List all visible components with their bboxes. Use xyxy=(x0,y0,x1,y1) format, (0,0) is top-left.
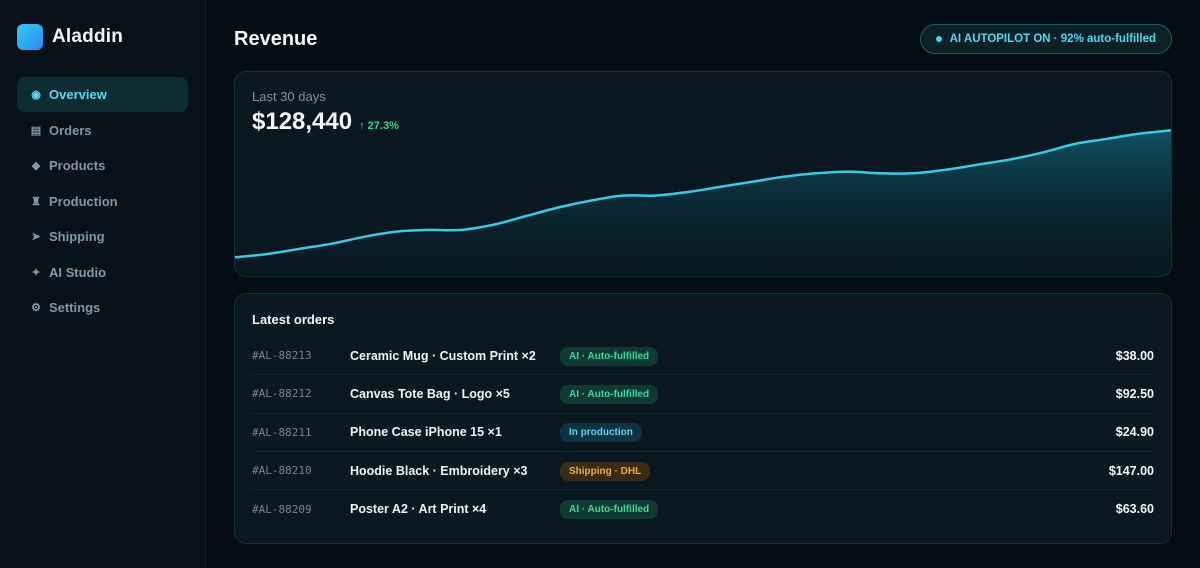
sidebar-item-overview[interactable]: ◉ Overview xyxy=(17,77,188,112)
order-amount: $63.60 xyxy=(1115,502,1154,517)
page-title: Revenue xyxy=(234,27,318,50)
shipping-icon: ➤ xyxy=(31,231,41,243)
order-status-cell: In production xyxy=(560,422,1054,443)
order-status-cell: AI · Auto-fulfilled xyxy=(560,346,1054,366)
order-id: #AL-88213 xyxy=(252,349,312,363)
order-amount: $38.00 xyxy=(1115,348,1154,363)
sidebar-item-shipping[interactable]: ➤ Shipping xyxy=(17,219,188,254)
order-amount: $147.00 xyxy=(1108,463,1154,478)
sidebar-item-ai-studio[interactable]: ✦ AI Studio xyxy=(17,255,188,290)
revenue-row: $128,440 ↑ 27.3% xyxy=(252,108,399,136)
sparkle-icon: ✦ xyxy=(31,266,41,279)
order-id: #AL-88212 xyxy=(252,387,312,401)
sidebar-item-label: Orders xyxy=(49,122,92,138)
production-icon: ♜ xyxy=(31,195,41,208)
sidebar: Aladdin ◉ Overview ▤ Orders ◆ Products ♜ Produc… xyxy=(0,0,206,568)
overview-icon: ◉ xyxy=(31,89,41,101)
revenue-period: Last 30 days xyxy=(252,89,326,104)
autopilot-status-pill[interactable]: AI AUTOPILOT ON · 92% auto-fulfilled xyxy=(919,24,1172,54)
order-id: #AL-88210 xyxy=(252,464,312,478)
brand-name: Aladdin xyxy=(52,26,124,47)
orders-icon: ▤ xyxy=(30,124,42,137)
latest-orders-card: Latest orders #AL-88213 Ceramic Mug · Cus… xyxy=(234,293,1172,544)
sidebar-item-production[interactable]: ♜ Production xyxy=(17,184,188,219)
table-row[interactable]: #AL-88210 Hoodie Black · Embroidery ×3 Shi… xyxy=(252,452,1154,491)
order-product: Poster A2 · Art Print ×4 xyxy=(350,502,487,517)
order-amount: $24.90 xyxy=(1115,425,1154,440)
order-product: Ceramic Mug · Custom Print ×2 xyxy=(350,348,536,363)
sidebar-nav: ◉ Overview ▤ Orders ◆ Products ♜ Production ➤ Shi… xyxy=(17,77,188,325)
status-badge: In production xyxy=(560,423,642,443)
table-row[interactable]: #AL-88213 Ceramic Mug · Custom Print ×2 AI… xyxy=(252,337,1154,376)
order-id: #AL-88211 xyxy=(252,425,312,439)
sidebar-item-settings[interactable]: ⚙ Settings xyxy=(17,290,188,325)
order-status-cell: Shipping · DHL xyxy=(560,461,1054,481)
main-content: Revenue AI AUTOPILOT ON · 92% auto-fulfi… xyxy=(206,0,1200,568)
products-icon: ◆ xyxy=(31,160,41,172)
sidebar-item-products[interactable]: ◆ Products xyxy=(17,148,188,183)
table-row[interactable]: #AL-88211 Phone Case iPhone 15 ×1 In produ… xyxy=(252,414,1154,452)
status-badge: AI · Auto-fulfilled xyxy=(560,500,659,520)
status-badge: AI · Auto-fulfilled xyxy=(560,384,659,404)
revenue-amount: $128,440 xyxy=(252,108,353,135)
sidebar-item-label: Settings xyxy=(49,300,101,315)
app-root: Aladdin ◉ Overview ▤ Orders ◆ Products ♜ Produc… xyxy=(0,0,1200,568)
orders-title: Latest orders xyxy=(252,312,335,327)
brand[interactable]: Aladdin xyxy=(17,24,188,50)
status-dot-icon xyxy=(935,36,942,42)
orders-list: #AL-88213 Ceramic Mug · Custom Print ×2 AI… xyxy=(252,337,1154,528)
sidebar-item-label: Overview xyxy=(49,87,107,102)
order-product: Phone Case iPhone 15 ×1 xyxy=(350,425,502,440)
revenue-summary: Last 30 days $128,440 ↑ 27.3% xyxy=(252,89,399,136)
autopilot-label: AI AUTOPILOT ON · 92% auto-fulfilled xyxy=(949,33,1156,45)
sidebar-item-label: Shipping xyxy=(49,229,105,244)
topbar: Revenue AI AUTOPILOT ON · 92% auto-fulfi… xyxy=(234,24,1172,54)
order-product: Canvas Tote Bag · Logo ×5 xyxy=(350,386,510,401)
order-status-cell: AI · Auto-fulfilled xyxy=(560,384,1054,404)
chart-area-fill xyxy=(235,130,1171,276)
order-amount: $92.50 xyxy=(1115,386,1154,401)
order-id: #AL-88209 xyxy=(252,502,312,516)
revenue-card: Last 30 days $128,440 ↑ 27.3% xyxy=(234,71,1172,277)
gear-icon: ⚙ xyxy=(31,302,41,314)
table-row[interactable]: #AL-88212 Canvas Tote Bag · Logo ×5 AI · A… xyxy=(252,375,1154,414)
logo-icon xyxy=(17,24,43,50)
sidebar-item-label: AI Studio xyxy=(49,264,107,280)
sidebar-item-orders[interactable]: ▤ Orders xyxy=(17,113,188,148)
sidebar-item-label: Products xyxy=(49,158,106,173)
order-status-cell: AI · Auto-fulfilled xyxy=(560,499,1054,520)
status-badge: AI · Auto-fulfilled xyxy=(560,346,659,366)
table-row[interactable]: #AL-88209 Poster A2 · Art Print ×4 AI · Au… xyxy=(252,490,1154,528)
order-product: Hoodie Black · Embroidery ×3 xyxy=(350,463,528,478)
status-badge: Shipping · DHL xyxy=(560,461,651,481)
sidebar-item-label: Production xyxy=(49,193,118,209)
revenue-change: ↑ 27.3% xyxy=(359,120,399,132)
